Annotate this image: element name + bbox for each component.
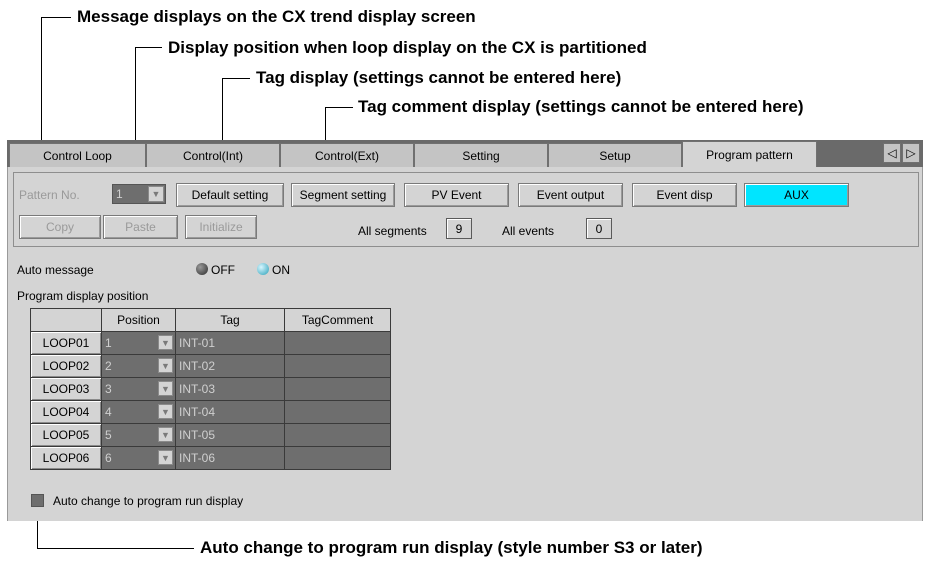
position-value: 2 bbox=[105, 359, 112, 373]
auto-change-label: Auto change to program run display bbox=[53, 494, 244, 508]
tab-control-loop[interactable]: Control Loop bbox=[9, 143, 146, 167]
tab-control-ext[interactable]: Control(Ext) bbox=[280, 143, 414, 167]
callout-tag: Tag display (settings cannot be entered … bbox=[256, 68, 622, 87]
tag-comment-cell bbox=[284, 446, 391, 470]
event-disp-button[interactable]: Event disp bbox=[632, 183, 737, 207]
header-tag: Tag bbox=[175, 308, 285, 332]
table-row: LOOP03 3 ▼ INT-03 bbox=[30, 377, 391, 401]
leader-comment-h bbox=[325, 107, 353, 108]
position-select[interactable]: 5 ▼ bbox=[101, 423, 176, 447]
callout-message: Message displays on the CX trend display… bbox=[77, 7, 476, 26]
tag-cell: INT-04 bbox=[175, 400, 285, 424]
loop-label: LOOP03 bbox=[30, 377, 102, 401]
radio-on-icon[interactable] bbox=[257, 263, 269, 275]
table-row: LOOP05 5 ▼ INT-05 bbox=[30, 423, 391, 447]
program-display-position-label: Program display position bbox=[17, 289, 149, 303]
loop-label: LOOP01 bbox=[30, 331, 102, 355]
tag-comment-cell bbox=[284, 331, 391, 355]
tag-comment-cell bbox=[284, 377, 391, 401]
pattern-no-value: 1 bbox=[116, 187, 123, 201]
chevron-down-icon: ▼ bbox=[158, 381, 173, 396]
all-segments-value: 9 bbox=[446, 218, 472, 239]
tag-comment-cell bbox=[284, 423, 391, 447]
chevron-down-icon: ▼ bbox=[158, 335, 173, 350]
table-row: LOOP02 2 ▼ INT-02 bbox=[30, 354, 391, 378]
pattern-no-label: Pattern No. bbox=[19, 188, 80, 202]
tab-scroll-right-icon[interactable]: ▷ bbox=[902, 143, 920, 163]
position-select[interactable]: 3 ▼ bbox=[101, 377, 176, 401]
tag-comment-cell bbox=[284, 400, 391, 424]
tag-cell: INT-02 bbox=[175, 354, 285, 378]
position-value: 3 bbox=[105, 382, 112, 396]
tag-cell: INT-03 bbox=[175, 377, 285, 401]
header-position: Position bbox=[101, 308, 176, 332]
leader-message-h bbox=[41, 17, 71, 18]
position-value: 4 bbox=[105, 405, 112, 419]
auto-message-label: Auto message bbox=[17, 263, 94, 277]
all-events-label: All events bbox=[502, 224, 555, 238]
pattern-no-select[interactable]: 1 ▼ bbox=[112, 184, 166, 204]
segment-setting-button[interactable]: Segment setting bbox=[291, 183, 395, 207]
loop-label: LOOP05 bbox=[30, 423, 102, 447]
position-select[interactable]: 2 ▼ bbox=[101, 354, 176, 378]
tab-scroll-left-icon[interactable]: ◁ bbox=[883, 143, 901, 163]
event-output-button[interactable]: Event output bbox=[518, 183, 623, 207]
chevron-down-icon: ▼ bbox=[158, 427, 173, 442]
loop-label: LOOP06 bbox=[30, 446, 102, 470]
position-select[interactable]: 6 ▼ bbox=[101, 446, 176, 470]
tab-setup[interactable]: Setup bbox=[548, 143, 682, 167]
leader-tag-h bbox=[222, 78, 250, 79]
tag-cell: INT-06 bbox=[175, 446, 285, 470]
paste-button[interactable]: Paste bbox=[103, 215, 178, 239]
callout-position: Display position when loop display on th… bbox=[168, 38, 647, 57]
table-row: LOOP01 1 ▼ INT-01 bbox=[30, 331, 391, 355]
position-value: 5 bbox=[105, 428, 112, 442]
callout-tag-comment: Tag comment display (settings cannot be … bbox=[358, 97, 804, 116]
leader-position-h bbox=[135, 47, 162, 48]
tag-comment-cell bbox=[284, 354, 391, 378]
auto-message-on-label: ON bbox=[272, 263, 290, 277]
copy-button[interactable]: Copy bbox=[19, 215, 101, 239]
position-value: 6 bbox=[105, 451, 112, 465]
tag-cell: INT-01 bbox=[175, 331, 285, 355]
leader-auto-change-h bbox=[37, 548, 194, 549]
callout-auto-change: Auto change to program run display (styl… bbox=[200, 538, 703, 557]
all-events-value: 0 bbox=[586, 218, 612, 239]
table-row: LOOP06 6 ▼ INT-06 bbox=[30, 446, 391, 470]
table-header-row: Position Tag TagComment bbox=[30, 308, 391, 332]
loop-label: LOOP04 bbox=[30, 400, 102, 424]
position-select[interactable]: 4 ▼ bbox=[101, 400, 176, 424]
position-select[interactable]: 1 ▼ bbox=[101, 331, 176, 355]
chevron-down-icon: ▼ bbox=[158, 450, 173, 465]
table-row: LOOP04 4 ▼ INT-04 bbox=[30, 400, 391, 424]
header-tag-comment: TagComment bbox=[284, 308, 391, 332]
tab-setting[interactable]: Setting bbox=[414, 143, 548, 167]
loop-label: LOOP02 bbox=[30, 354, 102, 378]
aux-button[interactable]: AUX bbox=[744, 183, 849, 207]
chevron-down-icon: ▼ bbox=[148, 186, 164, 202]
auto-message-off-label: OFF bbox=[211, 263, 235, 277]
initialize-button[interactable]: Initialize bbox=[185, 215, 257, 239]
chevron-down-icon: ▼ bbox=[158, 404, 173, 419]
radio-off-icon[interactable] bbox=[196, 263, 208, 275]
all-segments-label: All segments bbox=[358, 224, 427, 238]
tag-cell: INT-05 bbox=[175, 423, 285, 447]
chevron-down-icon: ▼ bbox=[158, 358, 173, 373]
pv-event-button[interactable]: PV Event bbox=[404, 183, 509, 207]
default-setting-button[interactable]: Default setting bbox=[176, 183, 284, 207]
position-value: 1 bbox=[105, 336, 112, 350]
table-corner bbox=[30, 308, 102, 332]
loop-table: Position Tag TagComment LOOP01 1 ▼ INT-01… bbox=[30, 308, 391, 470]
auto-change-checkbox[interactable] bbox=[31, 494, 44, 507]
tab-program-pattern[interactable]: Program pattern bbox=[682, 141, 817, 168]
tab-control-int[interactable]: Control(Int) bbox=[146, 143, 280, 167]
